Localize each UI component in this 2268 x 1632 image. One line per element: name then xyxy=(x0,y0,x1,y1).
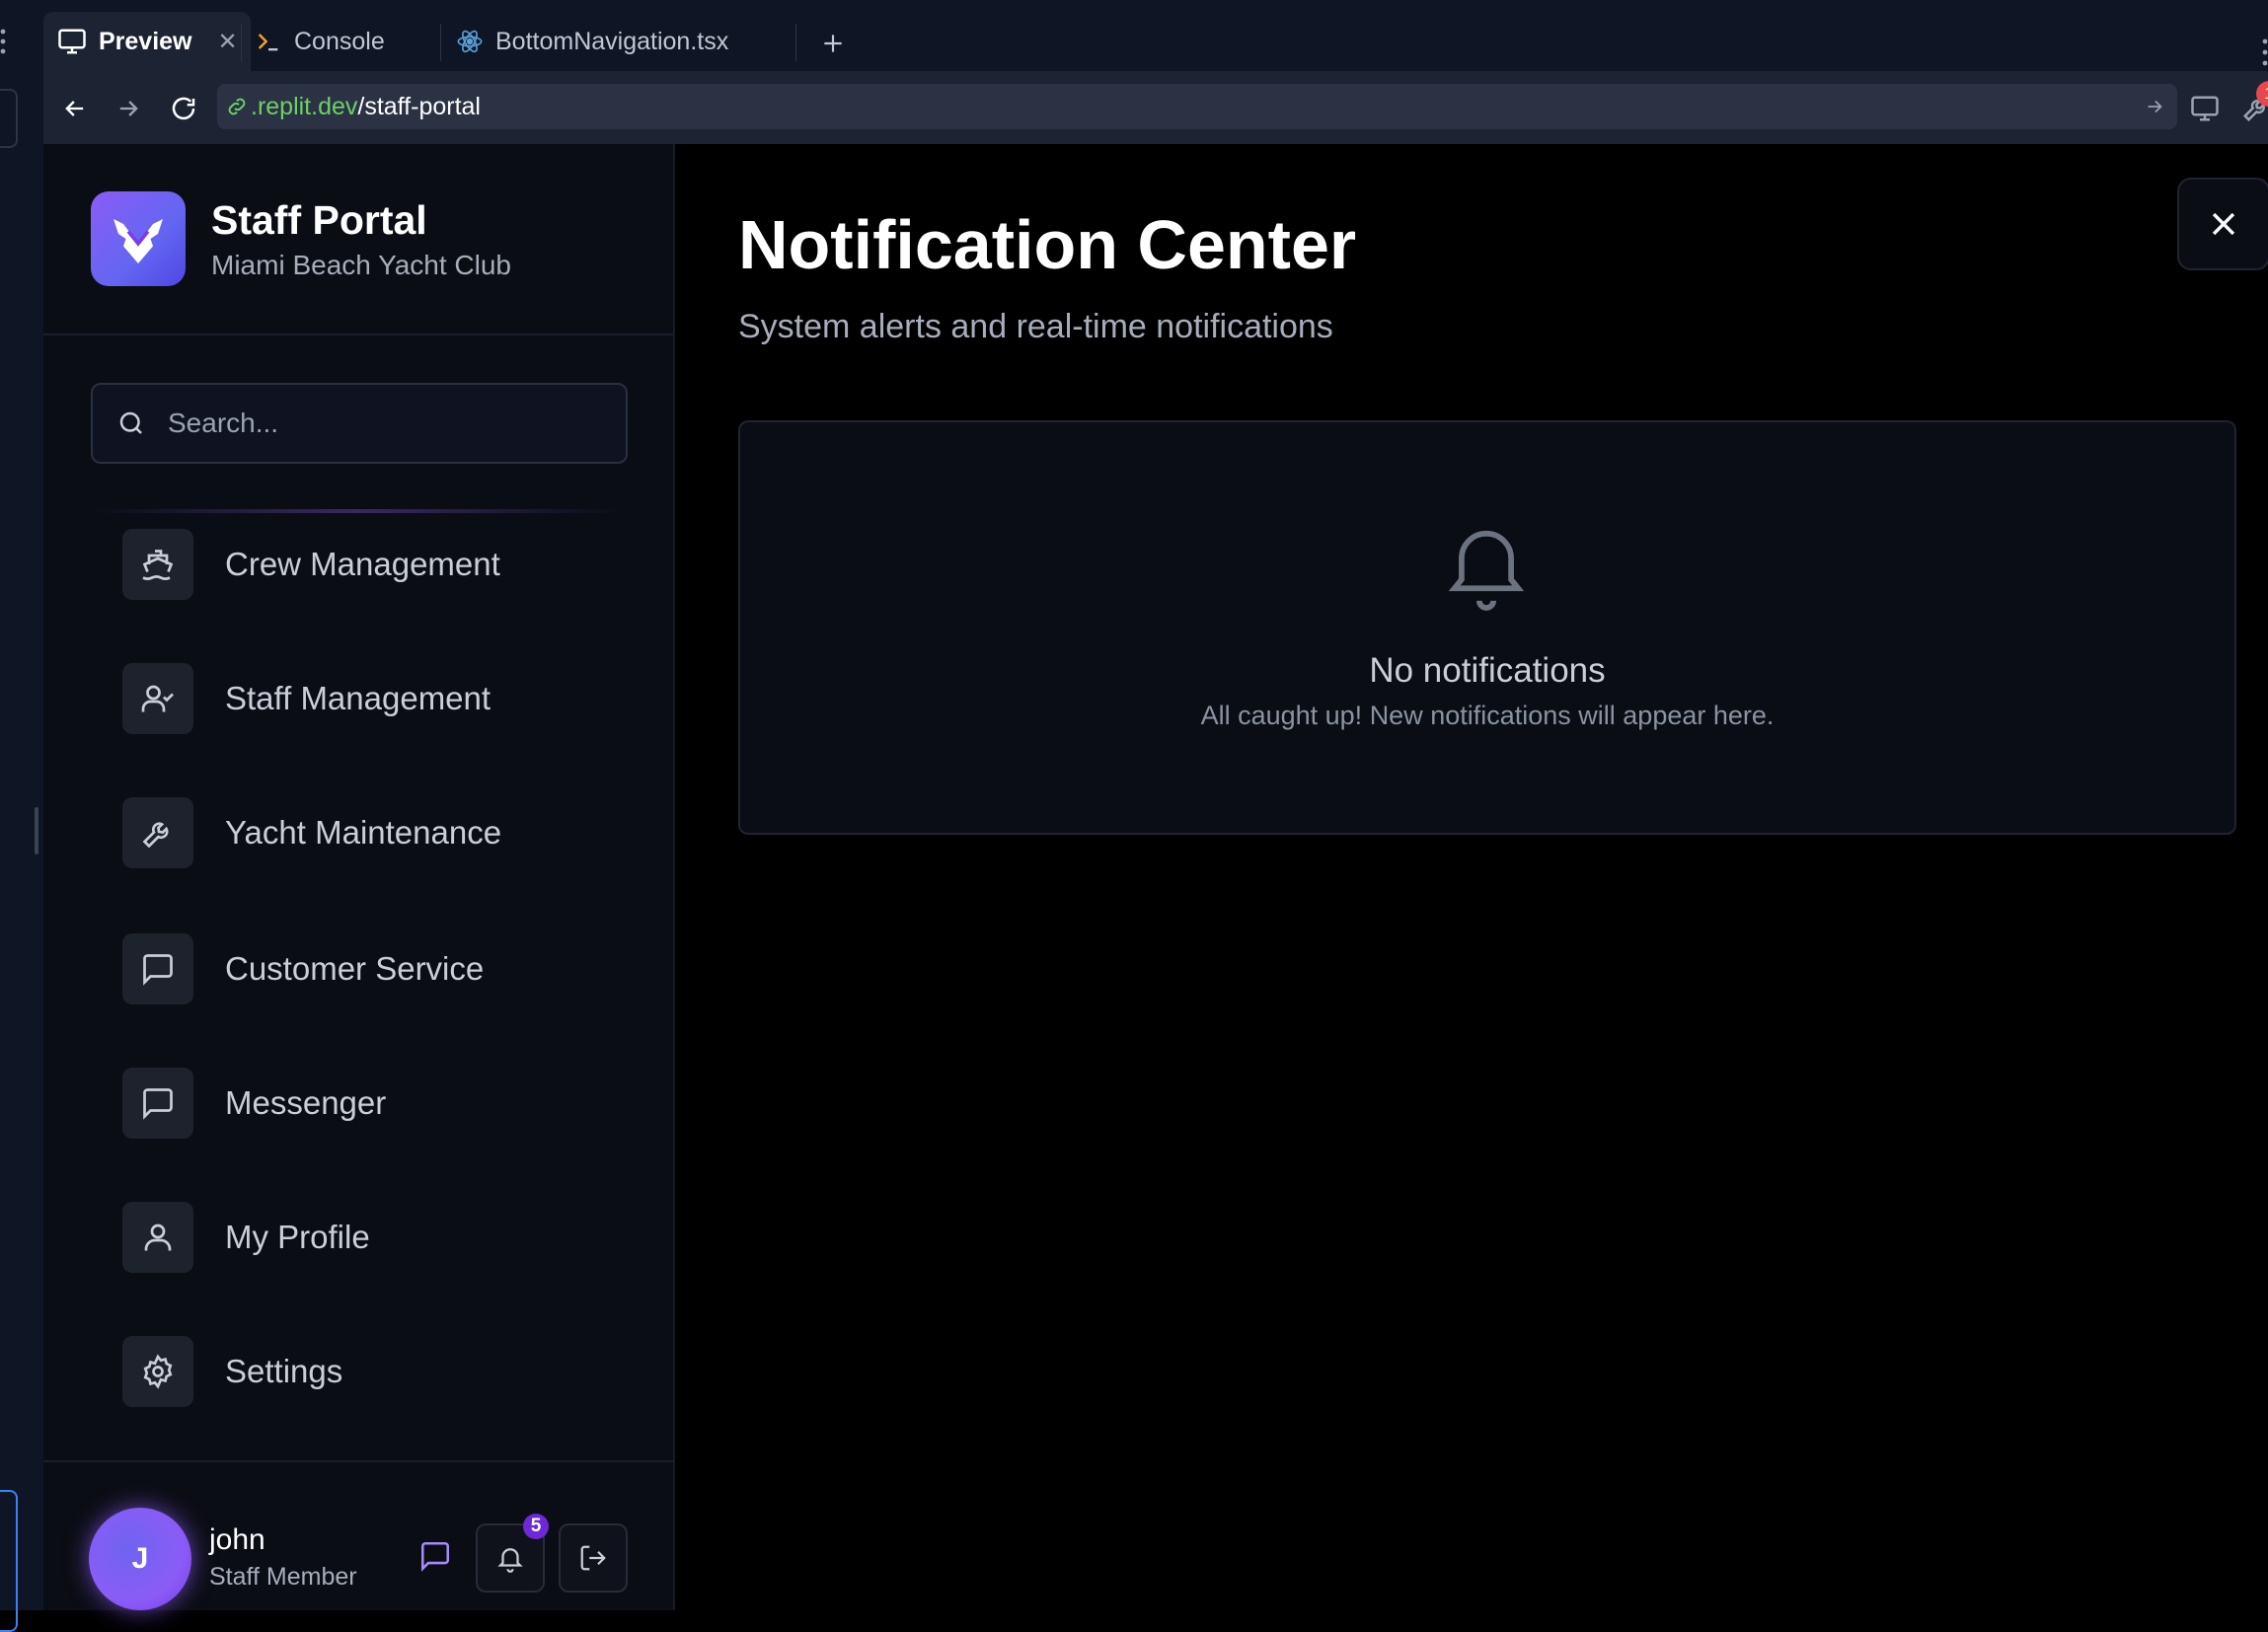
close-tab-icon[interactable]: ✕ xyxy=(218,28,238,56)
nav-icon-box xyxy=(122,933,193,1004)
section-glow-divider xyxy=(91,509,624,513)
page-title: Notification Center xyxy=(738,206,1357,283)
user-check-icon xyxy=(141,685,174,712)
sidebar-item-yacht-maintenance[interactable]: Yacht Maintenance xyxy=(122,797,636,868)
search-icon xyxy=(119,411,142,434)
nav-icon-box xyxy=(122,1202,193,1273)
sidebar-item-settings[interactable]: Settings xyxy=(122,1336,636,1407)
avatar[interactable]: J xyxy=(89,1508,191,1610)
devtools-button[interactable]: 1 xyxy=(2236,81,2268,128)
gear-icon xyxy=(143,1354,173,1389)
page-subtitle: System alerts and real-time notification… xyxy=(738,308,1333,345)
tab-divider xyxy=(795,24,796,61)
brand: Staff Portal Miami Beach Yacht Club xyxy=(91,191,511,286)
bell-icon xyxy=(1448,530,1525,611)
reload-icon xyxy=(172,97,195,120)
nav-icon-box xyxy=(122,797,193,868)
empty-state-message: All caught up! New notifications will ap… xyxy=(1200,701,1775,730)
link-icon xyxy=(228,98,246,115)
url-field[interactable]: .replit.dev/staff-portal xyxy=(217,84,2177,129)
notification-count-badge: 5 xyxy=(523,1514,549,1539)
tab-console[interactable]: Console xyxy=(255,12,385,71)
sidebar-item-my-profile[interactable]: My Profile xyxy=(122,1202,636,1273)
logo-mark-icon xyxy=(113,219,163,263)
logout-icon xyxy=(580,1545,606,1571)
nav-icon-box xyxy=(122,663,193,734)
monitor-icon xyxy=(58,29,86,54)
sidebar-item-crew-management[interactable]: Crew Management xyxy=(122,529,636,600)
app-viewport: Staff Portal Miami Beach Yacht Club Sear… xyxy=(43,144,2268,1610)
sidebar-item-customer-service[interactable]: Customer Service xyxy=(122,933,636,1004)
bell-icon xyxy=(497,1548,523,1573)
sidebar-item-label: Staff Management xyxy=(225,680,491,716)
monitor-icon xyxy=(2191,96,2219,121)
app-logo xyxy=(91,191,186,286)
arrow-left-icon xyxy=(65,101,84,116)
divider xyxy=(43,334,673,335)
resize-handle[interactable] xyxy=(35,807,38,854)
vertical-dots-icon[interactable] xyxy=(0,28,6,55)
sidebar-item-label: Customer Service xyxy=(225,950,485,987)
workspace-left-strip xyxy=(0,0,44,1632)
ship-icon xyxy=(142,550,174,580)
message-square-icon xyxy=(143,954,173,986)
sidebar: Staff Portal Miami Beach Yacht Club Sear… xyxy=(43,144,675,1610)
react-icon xyxy=(457,30,483,53)
close-button[interactable] xyxy=(2177,178,2268,270)
nav-icon-box xyxy=(122,529,193,600)
url-host: .replit.dev xyxy=(251,92,358,120)
forward-button[interactable] xyxy=(111,91,146,126)
preview-url-bar: .replit.dev/staff-portal 1 xyxy=(43,71,2268,145)
notifications-button[interactable]: 5 xyxy=(476,1514,549,1593)
messages-button[interactable] xyxy=(403,1523,468,1589)
pane-tab-bar: Preview ✕ Console BottomNavigation.tsx xyxy=(43,12,2268,72)
close-icon xyxy=(2212,212,2235,236)
go-arrow-icon[interactable] xyxy=(2144,96,2165,117)
tab-label: Preview xyxy=(99,27,192,55)
tab-label: Console xyxy=(294,27,385,55)
left-panel-tab[interactable] xyxy=(0,89,18,148)
sidebar-item-label: Yacht Maintenance xyxy=(225,814,502,851)
user-icon xyxy=(144,1224,172,1251)
tab-divider xyxy=(241,24,242,61)
back-button[interactable] xyxy=(57,91,93,126)
tab-label: BottomNavigation.tsx xyxy=(495,27,729,55)
wrench-icon xyxy=(142,822,169,849)
device-preview-button[interactable] xyxy=(2185,89,2225,128)
search-input[interactable]: Search... xyxy=(91,383,628,464)
user-role: Staff Member xyxy=(209,1563,357,1591)
sidebar-item-label: Settings xyxy=(225,1353,343,1389)
logout-button[interactable] xyxy=(559,1523,628,1593)
tab-divider xyxy=(440,24,441,61)
tab-preview[interactable]: Preview ✕ xyxy=(43,12,251,71)
arrow-right-icon xyxy=(119,101,138,116)
empty-state-title: No notifications xyxy=(1369,651,1606,690)
search-placeholder: Search... xyxy=(168,408,279,438)
nav-icon-box xyxy=(122,1068,193,1139)
left-panel-focus-frame xyxy=(0,1490,18,1632)
sidebar-item-label: Messenger xyxy=(225,1084,387,1121)
sidebar-item-messenger[interactable]: Messenger xyxy=(122,1068,636,1139)
vertical-dots-icon[interactable] xyxy=(2262,37,2268,67)
message-square-icon xyxy=(143,1088,173,1120)
notifications-empty-state: No notifications All caught up! New noti… xyxy=(738,420,2236,835)
divider xyxy=(43,1460,673,1462)
user-name: john xyxy=(209,1523,265,1556)
plus-icon xyxy=(824,35,842,52)
reload-button[interactable] xyxy=(166,91,201,126)
terminal-icon xyxy=(258,34,278,51)
brand-subtitle: Miami Beach Yacht Club xyxy=(211,249,511,280)
sidebar-item-label: My Profile xyxy=(225,1219,370,1255)
sidebar-item-label: Crew Management xyxy=(225,546,500,582)
url-path: /staff-portal xyxy=(357,92,481,120)
window-top-bar xyxy=(43,0,2268,12)
message-square-icon xyxy=(420,1541,450,1572)
add-tab-button[interactable] xyxy=(813,24,853,63)
brand-title: Staff Portal xyxy=(211,196,427,243)
nav-icon-box xyxy=(122,1336,193,1407)
tab-bottom-navigation[interactable]: BottomNavigation.tsx xyxy=(456,12,728,71)
sidebar-item-staff-management[interactable]: Staff Management xyxy=(122,663,636,734)
